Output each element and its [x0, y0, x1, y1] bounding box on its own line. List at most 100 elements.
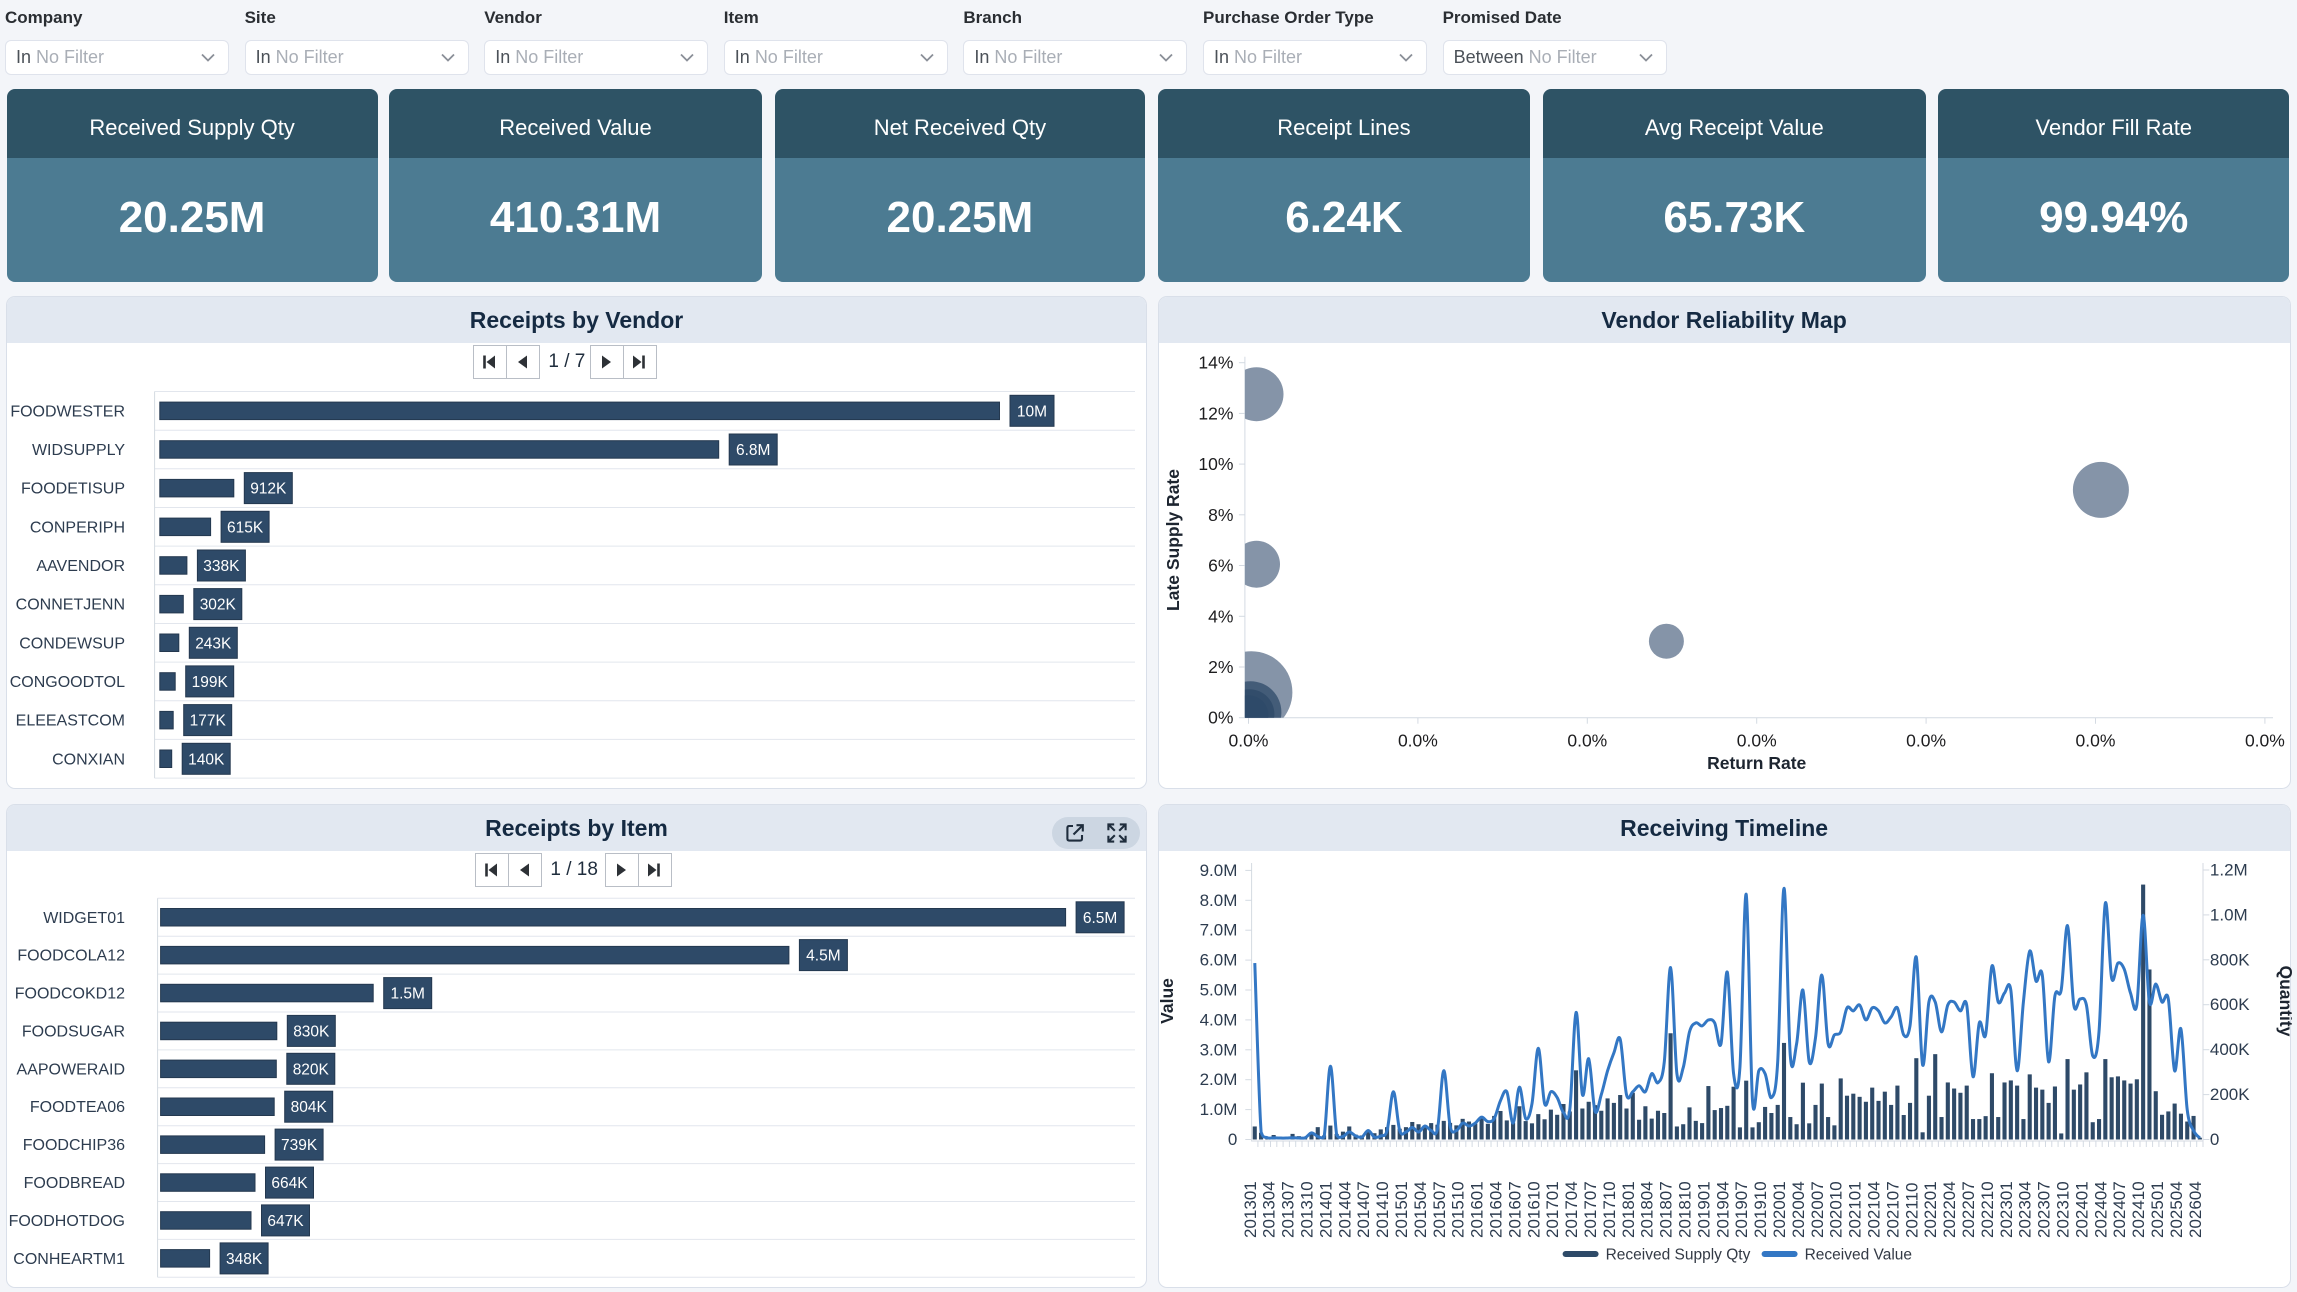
svg-text:201307: 201307	[1278, 1181, 1297, 1238]
svg-text:202110: 202110	[1902, 1183, 1921, 1238]
svg-text:6.0M: 6.0M	[1199, 951, 1237, 970]
svg-text:202001: 202001	[1770, 1181, 1789, 1238]
svg-text:202210: 202210	[1977, 1181, 1996, 1238]
svg-text:CONDEWSUP: CONDEWSUP	[19, 635, 125, 652]
svg-text:AAPOWERAID: AAPOWERAID	[17, 1061, 125, 1078]
svg-text:201507: 201507	[1429, 1181, 1448, 1238]
svg-text:202304: 202304	[2015, 1181, 2034, 1238]
svg-text:1.0M: 1.0M	[1199, 1100, 1237, 1119]
svg-text:201510: 201510	[1448, 1181, 1467, 1238]
svg-text:FOODWESTER: FOODWESTER	[10, 403, 125, 420]
svg-text:0.0%: 0.0%	[2075, 731, 2115, 751]
svg-text:202501: 202501	[2148, 1181, 2167, 1238]
svg-text:201601: 201601	[1467, 1181, 1486, 1238]
svg-text:800K: 800K	[2209, 950, 2249, 969]
svg-text:820K: 820K	[293, 1061, 330, 1078]
svg-text:202201: 202201	[1921, 1181, 1940, 1238]
svg-text:400K: 400K	[2209, 1040, 2249, 1059]
svg-text:202404: 202404	[2091, 1181, 2110, 1238]
svg-text:4%: 4%	[1208, 606, 1233, 626]
svg-text:600K: 600K	[2209, 995, 2249, 1014]
svg-text:10%: 10%	[1198, 454, 1233, 474]
svg-text:202307: 202307	[2034, 1181, 2053, 1238]
svg-text:FOODCOKD12: FOODCOKD12	[15, 986, 125, 1003]
svg-text:201701: 201701	[1543, 1181, 1562, 1238]
svg-text:0: 0	[2209, 1130, 2218, 1149]
svg-text:AAVENDOR: AAVENDOR	[36, 558, 125, 575]
svg-text:2%: 2%	[1208, 657, 1233, 677]
svg-text:CONGOODTOL: CONGOODTOL	[10, 674, 125, 691]
svg-text:201810: 201810	[1675, 1181, 1694, 1238]
svg-text:3.0M: 3.0M	[1199, 1040, 1237, 1059]
svg-text:199K: 199K	[192, 674, 229, 691]
svg-text:302K: 302K	[200, 597, 237, 614]
svg-text:0.0%: 0.0%	[1906, 731, 1946, 751]
svg-text:739K: 739K	[281, 1137, 318, 1154]
svg-text:201407: 201407	[1354, 1181, 1373, 1238]
svg-text:1.0M: 1.0M	[2209, 905, 2247, 924]
svg-text:Received Supply Qty: Received Supply Qty	[1605, 1247, 1750, 1264]
svg-text:Received Value: Received Value	[1804, 1247, 1911, 1264]
svg-text:FOODCHIP36: FOODCHIP36	[23, 1137, 125, 1154]
svg-text:177K: 177K	[190, 713, 227, 730]
svg-text:202310: 202310	[2053, 1181, 2072, 1238]
svg-text:0.0%: 0.0%	[2245, 731, 2285, 751]
svg-text:FOODSUGAR: FOODSUGAR	[22, 1023, 125, 1040]
svg-text:9.0M: 9.0M	[1199, 861, 1237, 880]
svg-text:4.5M: 4.5M	[806, 948, 840, 965]
svg-text:FOODCOLA12: FOODCOLA12	[17, 948, 125, 965]
svg-text:12%: 12%	[1198, 403, 1233, 423]
svg-text:ELEEASTCOM: ELEEASTCOM	[16, 713, 125, 730]
svg-text:201801: 201801	[1618, 1181, 1637, 1238]
svg-text:830K: 830K	[293, 1023, 330, 1040]
svg-text:338K: 338K	[203, 558, 240, 575]
svg-text:200K: 200K	[2209, 1085, 2249, 1104]
svg-text:CONPERIPH: CONPERIPH	[30, 519, 125, 536]
svg-text:FOODTEA06: FOODTEA06	[30, 1099, 125, 1116]
svg-text:202407: 202407	[2110, 1181, 2129, 1238]
svg-text:140K: 140K	[188, 751, 225, 768]
svg-text:647K: 647K	[267, 1213, 304, 1230]
svg-text:CONNETJENN: CONNETJENN	[16, 597, 125, 614]
svg-text:CONHEARTM1: CONHEARTM1	[13, 1251, 125, 1268]
svg-text:201301: 201301	[1240, 1181, 1259, 1238]
svg-text:201807: 201807	[1656, 1181, 1675, 1238]
svg-text:14%: 14%	[1198, 353, 1233, 373]
svg-text:2.0M: 2.0M	[1199, 1070, 1237, 1089]
svg-text:FOODHOTDOG: FOODHOTDOG	[9, 1213, 125, 1230]
svg-text:8.0M: 8.0M	[1199, 891, 1237, 910]
svg-text:201910: 201910	[1751, 1181, 1770, 1238]
svg-text:WIDGET01: WIDGET01	[43, 910, 125, 927]
svg-text:201804: 201804	[1637, 1181, 1656, 1238]
svg-text:201704: 201704	[1562, 1181, 1581, 1238]
svg-text:201604: 201604	[1486, 1181, 1505, 1238]
svg-text:Return Rate: Return Rate	[1707, 753, 1806, 773]
svg-text:201607: 201607	[1505, 1181, 1524, 1238]
svg-text:201904: 201904	[1713, 1181, 1732, 1238]
svg-text:202204: 202204	[1940, 1181, 1959, 1238]
svg-text:0: 0	[1228, 1130, 1237, 1149]
svg-text:6.8M: 6.8M	[736, 442, 770, 459]
svg-text:Quantity: Quantity	[2276, 966, 2292, 1037]
svg-text:201310: 201310	[1297, 1181, 1316, 1238]
svg-text:201707: 201707	[1581, 1181, 1600, 1238]
svg-text:201404: 201404	[1335, 1181, 1354, 1238]
svg-text:348K: 348K	[226, 1251, 263, 1268]
svg-text:202101: 202101	[1845, 1181, 1864, 1238]
svg-text:664K: 664K	[271, 1175, 308, 1192]
svg-text:202301: 202301	[1996, 1181, 2015, 1238]
svg-text:1.2M: 1.2M	[2209, 861, 2247, 880]
svg-text:201610: 201610	[1524, 1181, 1543, 1238]
svg-text:201710: 201710	[1599, 1181, 1618, 1238]
svg-text:6%: 6%	[1208, 556, 1233, 576]
svg-text:0.0%: 0.0%	[1398, 731, 1438, 751]
svg-text:0.0%: 0.0%	[1567, 731, 1607, 751]
svg-text:4.0M: 4.0M	[1199, 1010, 1237, 1029]
svg-text:804K: 804K	[291, 1099, 328, 1116]
svg-text:201401: 201401	[1316, 1181, 1335, 1238]
svg-text:0.0%: 0.0%	[1736, 731, 1776, 751]
svg-text:202104: 202104	[1864, 1181, 1883, 1238]
svg-text:912K: 912K	[250, 481, 287, 498]
svg-text:243K: 243K	[195, 635, 232, 652]
svg-text:Late Supply Rate: Late Supply Rate	[1163, 469, 1183, 611]
